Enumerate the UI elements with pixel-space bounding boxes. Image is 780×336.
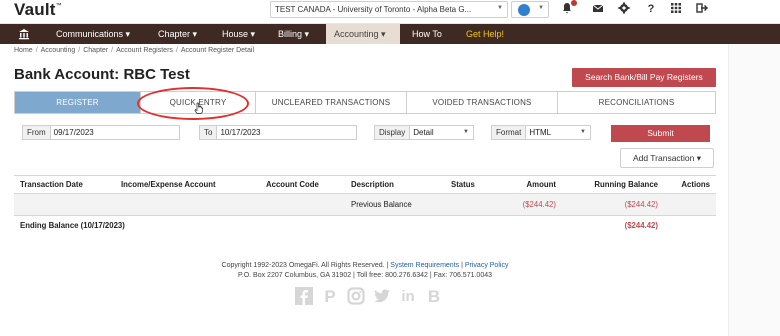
add-transaction-button[interactable]: Add Transaction ▾ [620,148,714,168]
tab-register[interactable]: REGISTER [15,92,141,113]
transactions-table: Transaction Date Income/Expense Account … [14,175,716,236]
to-date-field[interactable]: To 10/17/2023 [199,125,357,140]
instagram-icon[interactable] [346,287,366,307]
chevron-down-icon: ▼ [463,129,469,135]
linkedin-icon[interactable]: in [398,287,418,307]
home-bank-icon[interactable] [18,28,30,40]
display-label: Display [375,126,411,139]
col-status[interactable]: Status [445,176,492,193]
blogger-icon[interactable]: B [424,287,444,307]
col-account-code[interactable]: Account Code [260,176,345,193]
notification-badge [571,0,577,6]
gear-icon[interactable] [617,2,631,16]
breadcrumb-accounting[interactable]: Accounting [41,47,76,54]
hand-cursor-icon [194,102,203,114]
tab-uncleared-transactions[interactable]: UNCLEARED TRANSACTIONS [256,92,407,113]
tab-voided-transactions[interactable]: VOIDED TRANSACTIONS [407,92,558,113]
format-select-value[interactable]: HTML ▼ [526,126,590,139]
social-links: P in B [294,287,444,307]
ending-balance-row: Ending Balance (10/17/2023) ($244.42) [14,216,716,236]
cell-amount: ($244.42) [522,200,556,209]
display-select[interactable]: Display Detail ▼ [374,125,474,140]
register-tabs: REGISTER QUICK ENTRY UNCLEARED TRANSACTI… [14,91,716,114]
chevron-down-icon: ▼ [580,129,586,135]
col-amount[interactable]: Amount [492,176,562,193]
to-label: To [200,126,218,139]
top-bar: Vault™ TEST CANADA - University of Toron… [0,0,780,24]
chapter-select-value: TEST CANADA - University of Toronto - Al… [275,5,472,14]
chapter-select[interactable]: TEST CANADA - University of Toronto - Al… [270,1,508,18]
chevron-down-icon: ▼ [538,5,544,11]
cell-account [115,194,260,215]
apps-grid-icon[interactable] [669,2,683,16]
chevron-down-icon: ▼ [497,5,503,11]
search-registers-button[interactable]: Search Bank/Bill Pay Registers [572,68,716,87]
mail-icon[interactable] [591,2,605,16]
ending-balance-value: ($244.42) [624,221,658,230]
col-actions: Actions [681,180,710,189]
breadcrumb-current: Account Register Detail [180,47,255,54]
footer-address: P.O. Box 2207 Columbus, GA 31902 | Toll … [238,272,492,279]
user-menu[interactable]: ▼ [511,1,549,18]
cell-running-balance: ($244.42) [624,200,658,209]
pinterest-icon[interactable]: P [320,287,340,307]
avatar [518,4,530,16]
help-icon[interactable]: ? [644,2,658,16]
privacy-policy-link[interactable]: Privacy Policy [465,262,509,269]
col-transaction-date[interactable]: Transaction Date [14,176,115,193]
breadcrumb-home[interactable]: Home [14,47,33,54]
nav-billing[interactable]: Billing ▾ [278,24,309,44]
breadcrumb-chapter[interactable]: Chapter [83,47,108,54]
nav-how-to[interactable]: How To [412,24,442,44]
main-nav: Communications ▾ Chapter ▾ House ▾ Billi… [0,24,780,44]
cell-date [14,194,115,215]
page-title: Bank Account: RBC Test [14,66,190,83]
footer-copyright: Copyright 1992-2023 OmegaFi. All Rights … [221,262,509,269]
col-description[interactable]: Description [345,176,445,193]
twitter-icon[interactable] [372,287,392,307]
table-row: Previous Balance ($244.42) ($244.42) [14,194,716,216]
system-requirements-link[interactable]: System Requirements [390,262,459,269]
from-date-input[interactable]: 09/17/2023 [51,126,179,139]
logout-icon[interactable] [695,2,709,16]
to-date-input[interactable]: 10/17/2023 [217,126,356,139]
breadcrumb: Home / Accounting / Chapter / Account Register… [14,47,255,54]
ending-balance-label: Ending Balance (10/17/2023) [20,221,125,230]
nav-chapter[interactable]: Chapter ▾ [158,24,197,44]
table-header: Transaction Date Income/Expense Account … [14,175,716,194]
nav-communications[interactable]: Communications ▾ [56,24,130,44]
nav-house[interactable]: House ▾ [222,24,255,44]
cell-description: Previous Balance [351,200,412,209]
submit-button[interactable]: Submit [611,125,710,142]
col-running-balance[interactable]: Running Balance [562,176,664,193]
col-income-expense-account[interactable]: Income/Expense Account [115,176,260,193]
cell-code [260,194,345,215]
from-label: From [23,126,51,139]
cell-status [445,194,492,215]
breadcrumb-account-registers[interactable]: Account Registers [116,47,173,54]
from-date-field[interactable]: From 09/17/2023 [22,125,180,140]
display-select-value[interactable]: Detail ▼ [410,126,473,139]
highlight-annotation [137,87,249,120]
page-margin [728,44,780,336]
cell-actions [664,194,716,215]
tab-reconciliations[interactable]: RECONCILIATIONS [558,92,715,113]
format-select[interactable]: Format HTML ▼ [491,125,591,140]
format-label: Format [492,126,527,139]
nav-accounting[interactable]: Accounting ▾ [326,24,400,44]
facebook-icon[interactable] [294,287,314,307]
vault-logo[interactable]: Vault™ [14,0,62,20]
nav-get-help[interactable]: Get Help! [466,24,504,44]
